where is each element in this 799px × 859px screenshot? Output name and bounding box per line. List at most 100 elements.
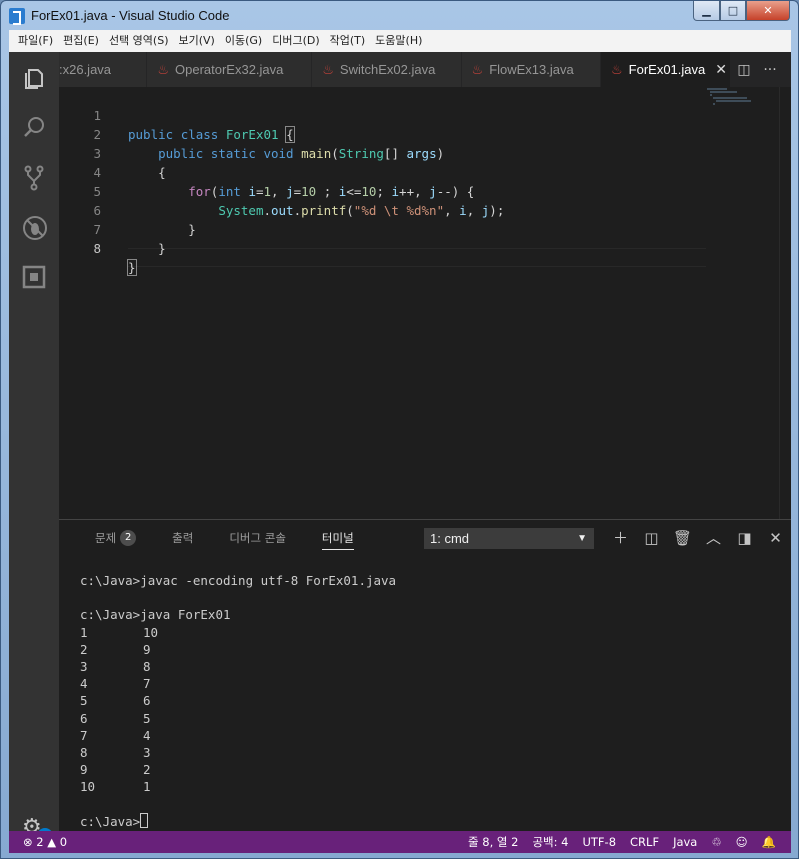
tab-label: ForEx01.java [628,62,706,77]
errors-indicator[interactable]: ⊗ 2 ▲ 0 [23,835,67,849]
trash-icon[interactable]: 🗑 [667,528,698,548]
terminal-line: 92 [80,762,151,778]
tab-output-label: 출력 [172,531,194,545]
java-file-icon: ♨ [322,61,334,77]
tab-debug-console-label: 디버그 콘솔 [229,531,286,545]
code-line: 5 System.out.printf("%d \t %d%n", i, j); [59,163,709,218]
editor-tabs: :x26.java ♨ OperatorEx32.java ♨ SwitchEx… [59,52,791,87]
indentation[interactable]: 공백: 4 [525,834,575,850]
terminal-line: 47 [80,676,151,692]
terminal-line: 1 10 [80,624,159,640]
current-line-highlight [128,248,706,267]
bottom-panel: 문제 2 출력 디버그 콘솔 터미널 1: cmd ▼ ＋ ◫ 🗑 ︿ ◨ ✕ … [59,519,791,831]
window-controls: ▁ □ ✕ [693,1,790,21]
tab-label: SwitchEx02.java [339,62,436,77]
problems-count-badge: 2 [120,530,137,546]
source-control-icon[interactable] [22,165,46,191]
menu-go[interactable]: 이동(G) [220,30,267,52]
editor-actions: ◫ ··· [731,52,791,87]
terminal-cursor [140,812,149,828]
menu-selection[interactable]: 선택 영역(S) [104,30,174,52]
tab-debug-console[interactable]: 디버그 콘솔 [229,520,286,556]
activity-bar: ⚙ 1 [9,52,59,844]
maximize-button[interactable]: □ [720,1,746,21]
tab-terminal[interactable]: 터미널 [321,526,354,550]
tab-label: :x26.java [59,62,112,77]
encoding[interactable]: UTF-8 [575,835,623,849]
code-line: 8 } [59,220,709,276]
code-line: 3 { [59,125,709,180]
new-terminal-icon[interactable]: ＋ [605,528,636,548]
chevron-up-icon[interactable]: ︿ [698,528,729,548]
title-bar: ForEx01.java - Visual Studio Code ▁ □ ✕ [1,1,798,30]
code-line: 7 } [59,201,709,256]
search-icon[interactable] [22,115,46,139]
warning-icon: ▲ [47,835,57,849]
menu-edit[interactable]: 편집(E) [58,30,104,52]
app-window: ForEx01.java - Visual Studio Code ▁ □ ✕ … [0,0,799,859]
close-panel-icon[interactable]: ✕ [760,528,791,548]
status-bar: ⊗ 2 ▲ 0 줄 8, 열 2 공백: 4 UTF-8 CRLF Java ♲… [9,831,791,853]
window-title: ForEx01.java - Visual Studio Code [31,8,230,23]
error-icon: ⊗ [23,835,33,849]
vscode-logo-icon [9,7,25,25]
terminal-select[interactable]: 1: cmd ▼ [424,528,594,549]
close-tab-icon[interactable]: ✕ [715,61,727,78]
line-number: 8 [93,241,101,256]
minimap[interactable] [707,87,779,117]
code-line: 2 public static void main(String[] args) [59,106,709,161]
terminal-line: 74 [80,727,151,743]
menu-view[interactable]: 보기(V) [173,30,219,52]
editor-scrollbar[interactable] [779,87,791,519]
close-window-button[interactable]: ✕ [746,1,790,21]
extensions-icon[interactable] [22,265,46,289]
menu-bar: 파일(F) 편집(E) 선택 영역(S) 보기(V) 이동(G) 디버그(D) … [9,30,791,52]
tab-output[interactable]: 출력 [172,520,193,556]
toggle-panel-icon[interactable]: ◨ [729,528,760,548]
terminal-output[interactable]: c:\Java>javac -encoding utf-8 ForEx01.ja… [80,572,780,830]
cursor-position[interactable]: 줄 8, 열 2 [461,834,525,850]
terminal-prompt: c:\Java> [80,812,780,830]
chevron-down-icon: ▼ [577,533,587,544]
code-line: 6 } [59,182,709,237]
menu-help[interactable]: 도움말(H) [370,30,427,52]
java-file-icon: ♨ [611,61,623,77]
panel-actions: ＋ ◫ 🗑 ︿ ◨ ✕ [605,528,791,548]
more-actions-icon[interactable]: ··· [757,62,783,78]
terminal-line: c:\Java>java ForEx01 [80,607,231,623]
debug-icon[interactable] [22,215,47,240]
language-mode[interactable]: Java [666,835,704,849]
tab-ex26[interactable]: :x26.java [59,52,148,87]
split-editor-icon[interactable]: ◫ [731,62,757,78]
terminal-line: 29 [80,641,151,657]
terminal-select-value: 1: cmd [430,531,470,546]
tab-forex01[interactable]: ♨ ForEx01.java ✕ [601,52,731,87]
warning-count: 0 [59,835,68,849]
tab-label: OperatorEx32.java [175,62,284,77]
terminal-blank [80,795,780,812]
tab-flowex13[interactable]: ♨ FlowEx13.java [461,52,601,87]
feedback-smiley-icon[interactable]: ☺ [729,835,755,849]
code-editor[interactable]: 1 public class ForEx01 { 2 public static… [59,87,791,519]
terminal-blank [80,589,780,606]
tab-switchex02[interactable]: ♨ SwitchEx02.java [312,52,462,87]
workbench: 파일(F) 편집(E) 선택 영역(S) 보기(V) 이동(G) 디버그(D) … [9,30,791,853]
tab-problems[interactable]: 문제 2 [95,520,137,556]
terminal-line: 83 [80,744,151,760]
line-ending[interactable]: CRLF [623,835,666,849]
menu-tasks[interactable]: 작업(T) [325,30,371,52]
tab-operatorex32[interactable]: ♨ OperatorEx32.java [147,52,313,87]
files-icon[interactable] [22,67,46,91]
menu-file[interactable]: 파일(F) [13,30,58,52]
menu-debug[interactable]: 디버그(D) [267,30,324,52]
java-file-icon: ♨ [157,61,169,77]
split-terminal-icon[interactable]: ◫ [636,528,667,548]
notifications-bell-icon[interactable]: 🔔 [755,835,783,849]
tab-problems-label: 문제 [95,531,117,545]
terminal-line: 38 [80,658,151,674]
terminal-line: 10 1 [80,779,151,795]
code-line: 4 for(int i=1, j=10 ; i<=10; i++, j--) { [59,144,709,199]
code-line: 1 public class ForEx01 { [59,87,709,143]
sync-icon[interactable]: ♲ [704,835,728,849]
minimize-button[interactable]: ▁ [693,1,720,21]
